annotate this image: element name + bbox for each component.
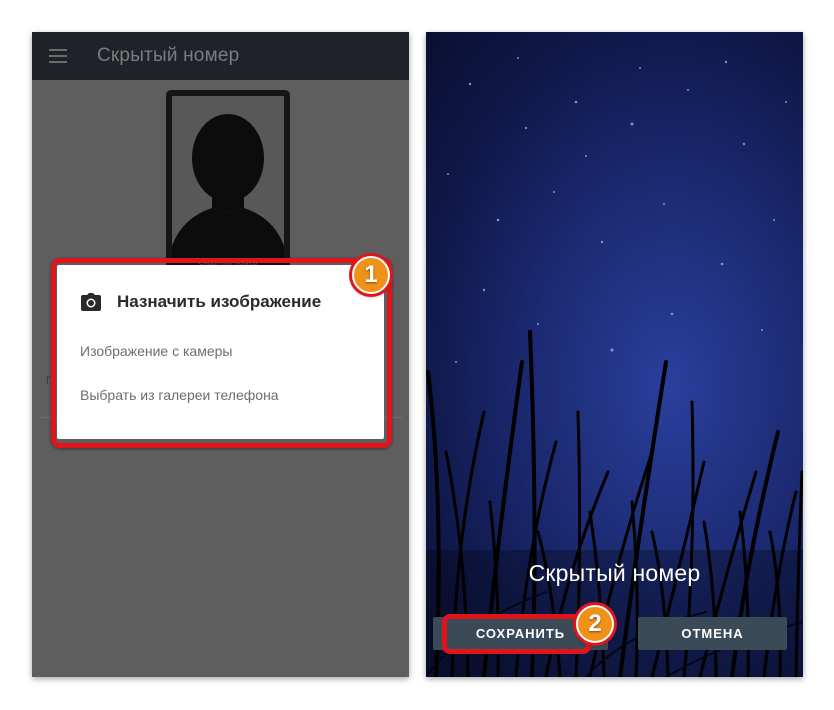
cancel-button[interactable]: ОТМЕНА [638,617,787,650]
right-phone-screen: Скрытый номер СОХРАНИТЬ ОТМЕНА [426,32,803,677]
step-badge-2: 2 [576,605,614,643]
contact-name: Скрытый номер [528,560,701,586]
dialog-highlight-frame [51,258,392,448]
contact-photo-image: Скрытый номер [172,96,284,268]
screenshot-canvas: Скрытый номер Скрытый номер Г Назначить … [0,0,834,710]
app-bar: Скрытый номер [32,32,409,80]
silhouette-image [172,96,284,268]
save-highlight-frame [442,614,591,654]
menu-icon[interactable] [49,49,67,63]
step-badge-1: 1 [352,256,390,294]
app-title: Скрытый номер [97,45,240,66]
contact-photo[interactable]: Скрытый номер [166,90,290,268]
